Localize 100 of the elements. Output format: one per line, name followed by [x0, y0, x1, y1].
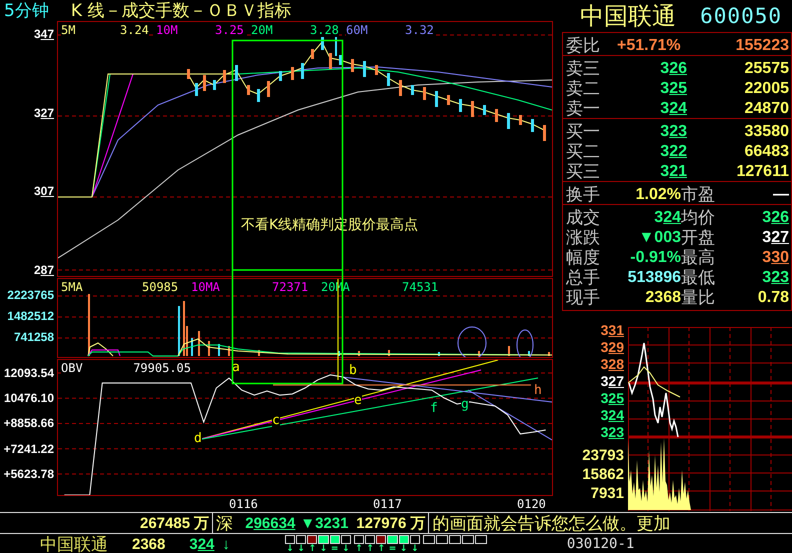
legend-value: 72371: [272, 280, 308, 294]
candlestick: [363, 61, 366, 77]
ask-price: 324: [659, 100, 687, 118]
bid-label: 买一: [565, 121, 601, 143]
legend-label: 5M: [61, 23, 120, 37]
time-axis-label: 0116: [229, 497, 258, 511]
point-label: d: [194, 432, 202, 445]
price-axis-label: 325: [600, 390, 624, 407]
candlestick: [213, 80, 216, 90]
legend-value: 79905.05: [133, 361, 191, 375]
chart-period: 5分钟: [4, 0, 49, 22]
time-axis-label: 0117: [373, 497, 402, 511]
time-axis-label: 0120: [517, 497, 546, 511]
price-axis-label: 329: [600, 339, 624, 356]
legend-value: 3.28: [310, 23, 339, 37]
stock-name: 中国联通: [40, 534, 108, 553]
candlestick: [195, 83, 198, 96]
candlestick: [291, 67, 294, 80]
price-axis-label: 307: [34, 184, 54, 198]
bid-volume: 127611: [735, 162, 790, 180]
price-axis-label: 327: [34, 106, 54, 120]
candlestick: [301, 63, 304, 79]
ask-label: 卖一: [565, 98, 601, 120]
signal-arrow: =: [388, 544, 398, 553]
volume-axis-label: 741258: [14, 330, 54, 344]
stat-value: -0.91%: [629, 248, 681, 266]
legend-value: 3.25: [215, 23, 244, 37]
trend-arrow: ↓: [222, 536, 230, 552]
obv-axis-label: 12093.54: [4, 366, 54, 380]
signal-arrow: ↓: [318, 544, 328, 553]
candlestick: [519, 115, 522, 125]
legend-label: 60M: [346, 23, 405, 37]
ask-price: 325: [659, 80, 687, 98]
ratio-percent: +51.71%: [617, 36, 682, 54]
candlestick: [339, 55, 342, 65]
bid-label: 买三: [565, 161, 601, 183]
bid-price: 322: [659, 142, 687, 160]
volume-axis-label: 15862: [582, 465, 624, 484]
candlestick: [399, 80, 402, 96]
obv-axis-label: 10476.10: [4, 391, 54, 406]
bid-volume: 66483: [744, 142, 790, 160]
stat-value: 323: [761, 268, 790, 286]
point-label: e: [354, 394, 362, 407]
signal-arrow: ↑: [376, 544, 386, 553]
point-label: b: [349, 364, 357, 377]
signal-arrow: ↑: [354, 544, 364, 553]
current-volume: 2368: [132, 536, 166, 552]
candlestick: [447, 95, 450, 105]
market-index: 296634: [245, 514, 296, 532]
candlestick: [321, 37, 324, 50]
stat-label: 涨跌: [565, 227, 601, 248]
price-axis-label: 324: [600, 407, 624, 424]
stat-label: 幅度: [565, 247, 601, 268]
stat-value: 2368: [644, 288, 681, 306]
obv-axis-label: +8858.66: [4, 416, 54, 430]
news-ticker: 的画面就会告诉您怎么做。更加: [432, 512, 670, 534]
signal-arrow: =: [330, 544, 340, 553]
price-axis-label: 327: [600, 373, 624, 390]
stat-label: 换手: [565, 184, 601, 206]
ask-label: 卖三: [565, 58, 601, 80]
stat-label: 最低: [681, 267, 716, 289]
candlestick: [531, 119, 534, 132]
market-amount: 267485 万: [140, 514, 210, 532]
stat-label: 总手: [565, 267, 601, 288]
index-change: ▼3231: [300, 514, 350, 532]
candlestick: [247, 85, 250, 95]
current-price: 324: [189, 536, 214, 552]
signal-arrow: ↓: [285, 544, 295, 553]
stat-label: 市盈: [681, 184, 716, 206]
ask-volume: 22005: [744, 80, 790, 98]
candlestick: [187, 69, 190, 79]
stat-label: 现手: [565, 287, 601, 309]
candlestick: [507, 113, 510, 129]
signal-arrow: ↓: [410, 544, 420, 553]
stat-value: 324: [653, 208, 681, 226]
ask-label: 卖二: [565, 78, 601, 100]
exchange-label: 深: [216, 512, 234, 534]
stat-value: ▼003: [637, 228, 681, 246]
volume-axis-label: 23793: [582, 446, 624, 465]
signal-arrow: ↑: [365, 544, 375, 553]
ratio-volume: 155223: [734, 36, 790, 54]
market-amount: 127976 万: [356, 514, 426, 532]
stat-value: —: [772, 186, 790, 204]
stat-label: 量比: [681, 287, 716, 309]
bid-label: 买二: [565, 141, 601, 163]
signal-arrow: ↓: [341, 544, 351, 553]
candlestick: [387, 73, 390, 86]
bid-price: 323: [659, 122, 687, 140]
stat-label: 均价: [681, 207, 716, 229]
legend-value: 3.32: [405, 23, 434, 37]
stat-value: 513896: [626, 268, 681, 286]
legend-value: 74531: [402, 280, 438, 294]
legend-label: 20M: [251, 23, 310, 37]
legend-label: 10M: [156, 23, 215, 37]
candlestick: [351, 59, 354, 72]
price-axis-label: 347: [34, 27, 54, 41]
candlestick: [311, 49, 314, 59]
candlestick: [483, 105, 486, 115]
stat-value: 330: [761, 248, 790, 266]
volume-axis-label: 7931: [590, 484, 624, 503]
